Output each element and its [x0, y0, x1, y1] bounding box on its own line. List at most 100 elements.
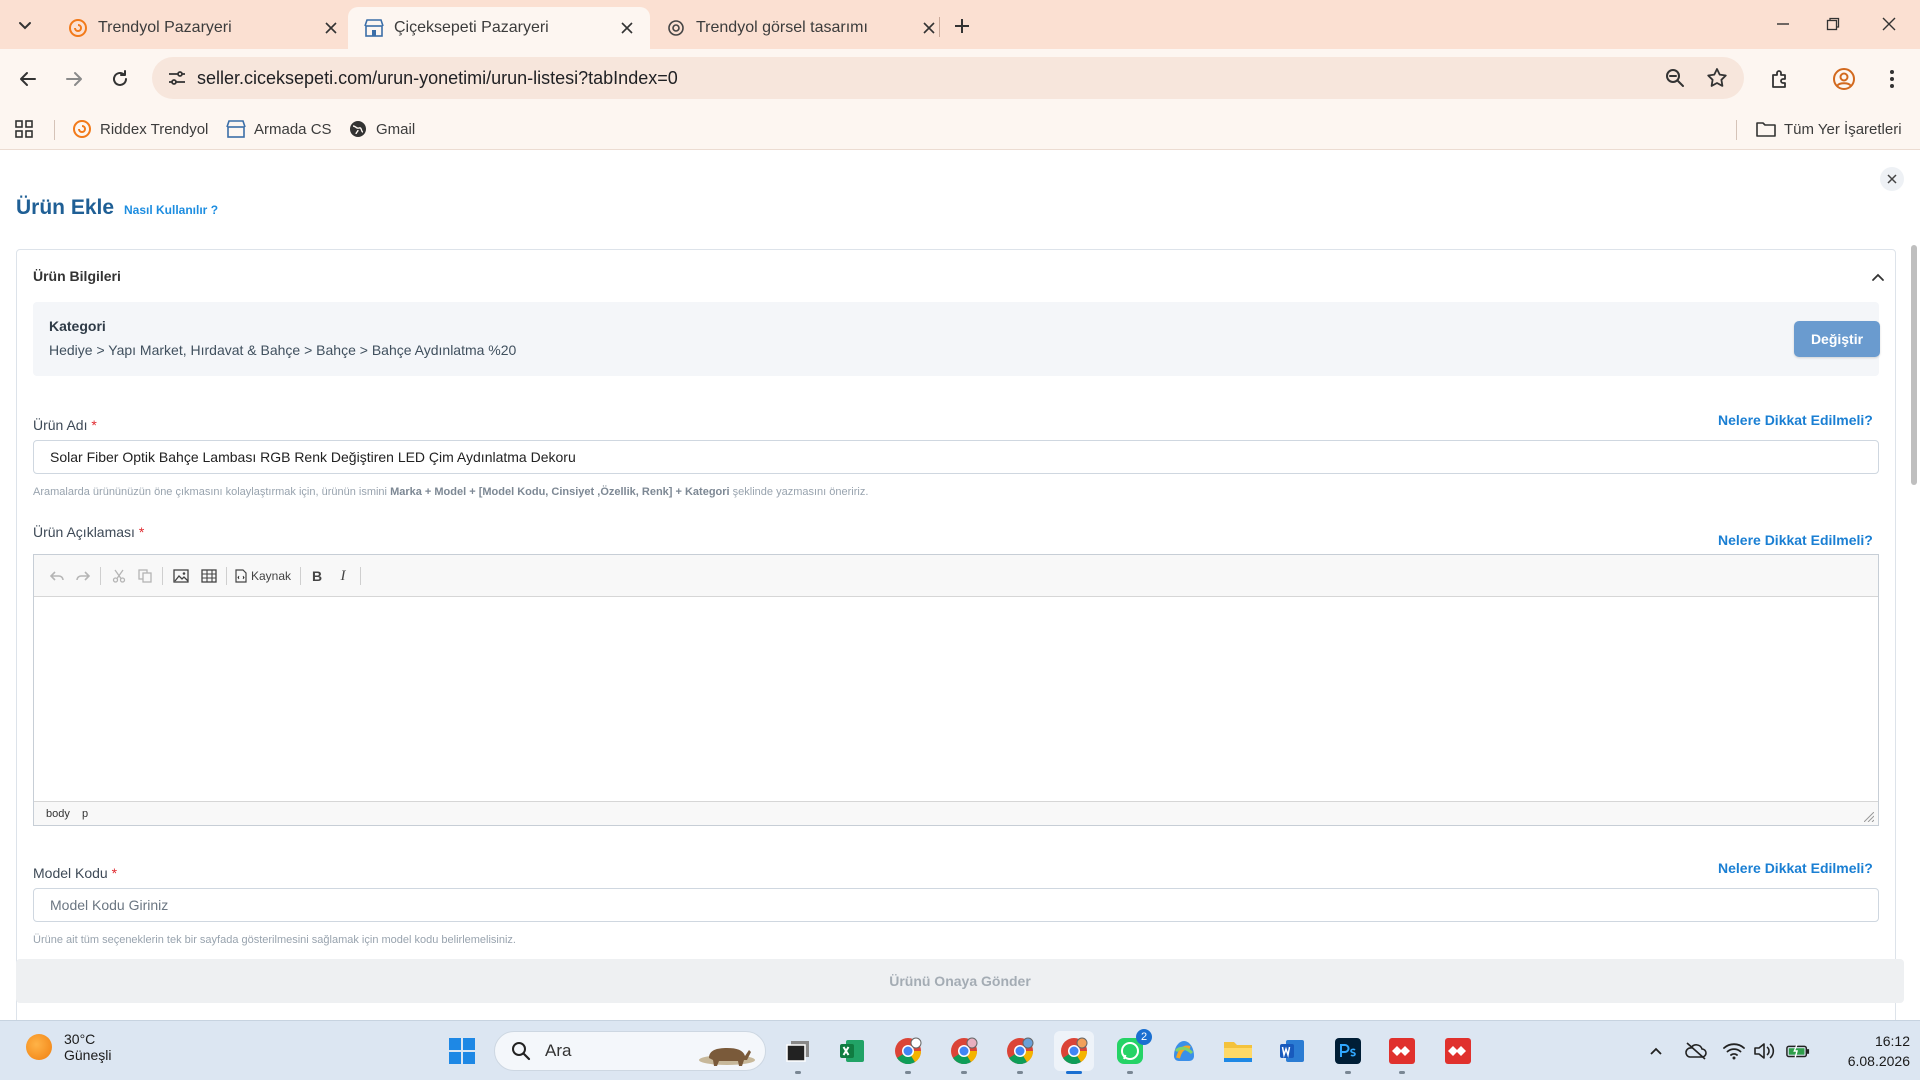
microsoft-365-icon	[1174, 1041, 1194, 1061]
close-icon[interactable]	[616, 17, 638, 39]
minimize-button[interactable]	[1760, 8, 1806, 40]
site-settings-icon[interactable]	[166, 67, 188, 89]
taskbar-word[interactable]	[1272, 1031, 1312, 1071]
bold-button[interactable]: B	[308, 566, 326, 586]
description-editor: Kaynak B I body p	[33, 554, 1879, 826]
taskbar-anydesk-2[interactable]	[1438, 1031, 1478, 1071]
resize-handle-icon[interactable]	[1864, 812, 1874, 822]
plus-icon	[955, 19, 969, 33]
table-button[interactable]	[200, 566, 218, 586]
submit-for-approval-button[interactable]: Ürünü Onaya Gönder	[16, 959, 1904, 1003]
weather-condition: Güneşli	[64, 1047, 112, 1063]
editor-content-area[interactable]	[34, 597, 1878, 801]
back-button[interactable]	[12, 63, 44, 95]
copy-button[interactable]	[136, 566, 154, 586]
wifi-icon	[1723, 1043, 1745, 1060]
taskbar-excel[interactable]	[832, 1031, 872, 1071]
taskbar-anydesk-1[interactable]	[1382, 1031, 1422, 1074]
clock[interactable]: 16:12 6.08.2026	[1820, 1031, 1910, 1071]
taskbar-task-view[interactable]	[778, 1031, 818, 1074]
redo-button[interactable]	[74, 566, 92, 586]
category-label: Kategori	[49, 318, 106, 334]
source-button[interactable]: Kaynak	[232, 566, 294, 586]
folder-icon	[1756, 119, 1776, 139]
excel-icon	[840, 1040, 864, 1062]
tab-trendyol-design[interactable]: Trendyol görsel tasarımı	[650, 7, 952, 49]
wifi-button[interactable]	[1722, 1039, 1746, 1063]
tab-ciceksepeti[interactable]: Çiçeksepeti Pazaryeri	[348, 7, 650, 49]
close-icon	[1882, 17, 1896, 31]
trendyol-icon	[72, 119, 92, 139]
italic-icon: I	[340, 567, 346, 584]
taskbar-whatsapp[interactable]: 2	[1110, 1029, 1152, 1074]
model-code-help: Ürüne ait tüm seçeneklerin tek bir sayfa…	[33, 934, 516, 946]
page-title: Ürün Ekle	[16, 196, 115, 219]
taskbar-chrome-2[interactable]	[944, 1031, 984, 1074]
taskbar-photoshop[interactable]	[1328, 1031, 1368, 1074]
toolbar-divider	[300, 567, 301, 585]
reload-button[interactable]	[104, 63, 136, 95]
weather-widget[interactable]: 30°C Güneşli	[26, 1031, 111, 1063]
all-bookmarks-button[interactable]: Tüm Yer İşaretleri	[1756, 116, 1902, 142]
bookmark-gmail[interactable]: Gmail	[348, 116, 415, 142]
forward-button[interactable]	[58, 63, 90, 95]
taskbar-chrome-1[interactable]	[888, 1031, 928, 1074]
scrollbar-thumb[interactable]	[1911, 245, 1917, 485]
word-icon	[1280, 1040, 1304, 1062]
product-name-input[interactable]: Solar Fiber Optik Bahçe Lambası RGB Renk…	[33, 440, 1879, 474]
restore-button[interactable]	[1810, 8, 1856, 40]
close-window-button[interactable]	[1866, 8, 1912, 40]
collapse-button[interactable]	[1869, 268, 1887, 286]
taskbar-m365[interactable]	[1164, 1031, 1204, 1071]
bookmark-riddex-trendyol[interactable]: Riddex Trendyol	[72, 116, 208, 142]
bookmark-armada-cs[interactable]: Armada CS	[226, 116, 332, 142]
close-icon[interactable]	[320, 17, 342, 39]
editor-status-bar: body p	[34, 801, 1878, 825]
model-code-input[interactable]: Model Kodu Giriniz	[33, 888, 1879, 922]
battery-button[interactable]	[1786, 1039, 1810, 1063]
apps-button[interactable]	[14, 116, 34, 142]
description-hint-link[interactable]: Nelere Dikkat Edilmeli?	[1718, 532, 1873, 548]
how-to-use-link[interactable]: Nasıl Kullanılır ?	[124, 203, 218, 217]
chrome-icon	[1061, 1037, 1088, 1065]
cut-button[interactable]	[110, 566, 128, 586]
new-tab-button[interactable]	[948, 12, 976, 40]
model-code-hint-link[interactable]: Nelere Dikkat Edilmeli?	[1718, 860, 1873, 876]
bookmark-label: Riddex Trendyol	[100, 120, 209, 138]
app-indicator	[1066, 1071, 1082, 1074]
element-path-body[interactable]: body	[46, 808, 70, 820]
onedrive-button[interactable]	[1684, 1039, 1708, 1063]
page-content: Ürün Ekle Nasıl Kullanılır ? Ürün Bilgil…	[0, 151, 1920, 1020]
bookmark-divider	[54, 120, 55, 140]
start-button[interactable]	[442, 1031, 482, 1071]
tab-search-button[interactable]	[10, 10, 40, 40]
undo-button[interactable]	[48, 566, 66, 586]
show-hidden-icons-button[interactable]	[1644, 1039, 1668, 1063]
close-icon[interactable]	[918, 17, 940, 39]
close-panel-button[interactable]	[1880, 167, 1904, 191]
address-bar[interactable]: seller.ciceksepeti.com/urun-yonetimi/uru…	[152, 57, 1744, 99]
taskbar-file-explorer[interactable]	[1218, 1031, 1258, 1071]
label-text: Ürün Adı	[33, 417, 88, 433]
browser-menu-button[interactable]	[1876, 63, 1908, 95]
anydesk-icon	[1389, 1038, 1415, 1064]
category-path: Hediye > Yapı Market, Hırdavat & Bahçe >…	[49, 342, 517, 358]
bookmark-star-icon[interactable]	[1705, 66, 1729, 90]
element-path-p[interactable]: p	[82, 808, 88, 820]
page-scrollbar[interactable]	[1908, 245, 1920, 945]
taskbar-chrome-active[interactable]	[1054, 1031, 1094, 1074]
tab-trendyol[interactable]: Trendyol Pazaryeri	[52, 7, 354, 49]
url-text: seller.ciceksepeti.com/urun-yonetimi/uru…	[197, 68, 678, 88]
extensions-button[interactable]	[1764, 63, 1796, 95]
zoom-icon[interactable]	[1664, 67, 1686, 89]
volume-button[interactable]	[1752, 1039, 1776, 1063]
image-button[interactable]	[172, 566, 190, 586]
product-name-hint-link[interactable]: Nelere Dikkat Edilmeli?	[1718, 412, 1873, 428]
folder-icon	[1224, 1042, 1252, 1062]
taskbar-chrome-3[interactable]	[1000, 1031, 1040, 1074]
change-category-button[interactable]: Değiştir	[1794, 321, 1880, 357]
profile-button[interactable]	[1828, 63, 1860, 95]
taskbar-search[interactable]: Ara	[494, 1031, 766, 1071]
tab-title: Trendyol Pazaryeri	[98, 19, 232, 36]
italic-button[interactable]: I	[334, 566, 352, 586]
